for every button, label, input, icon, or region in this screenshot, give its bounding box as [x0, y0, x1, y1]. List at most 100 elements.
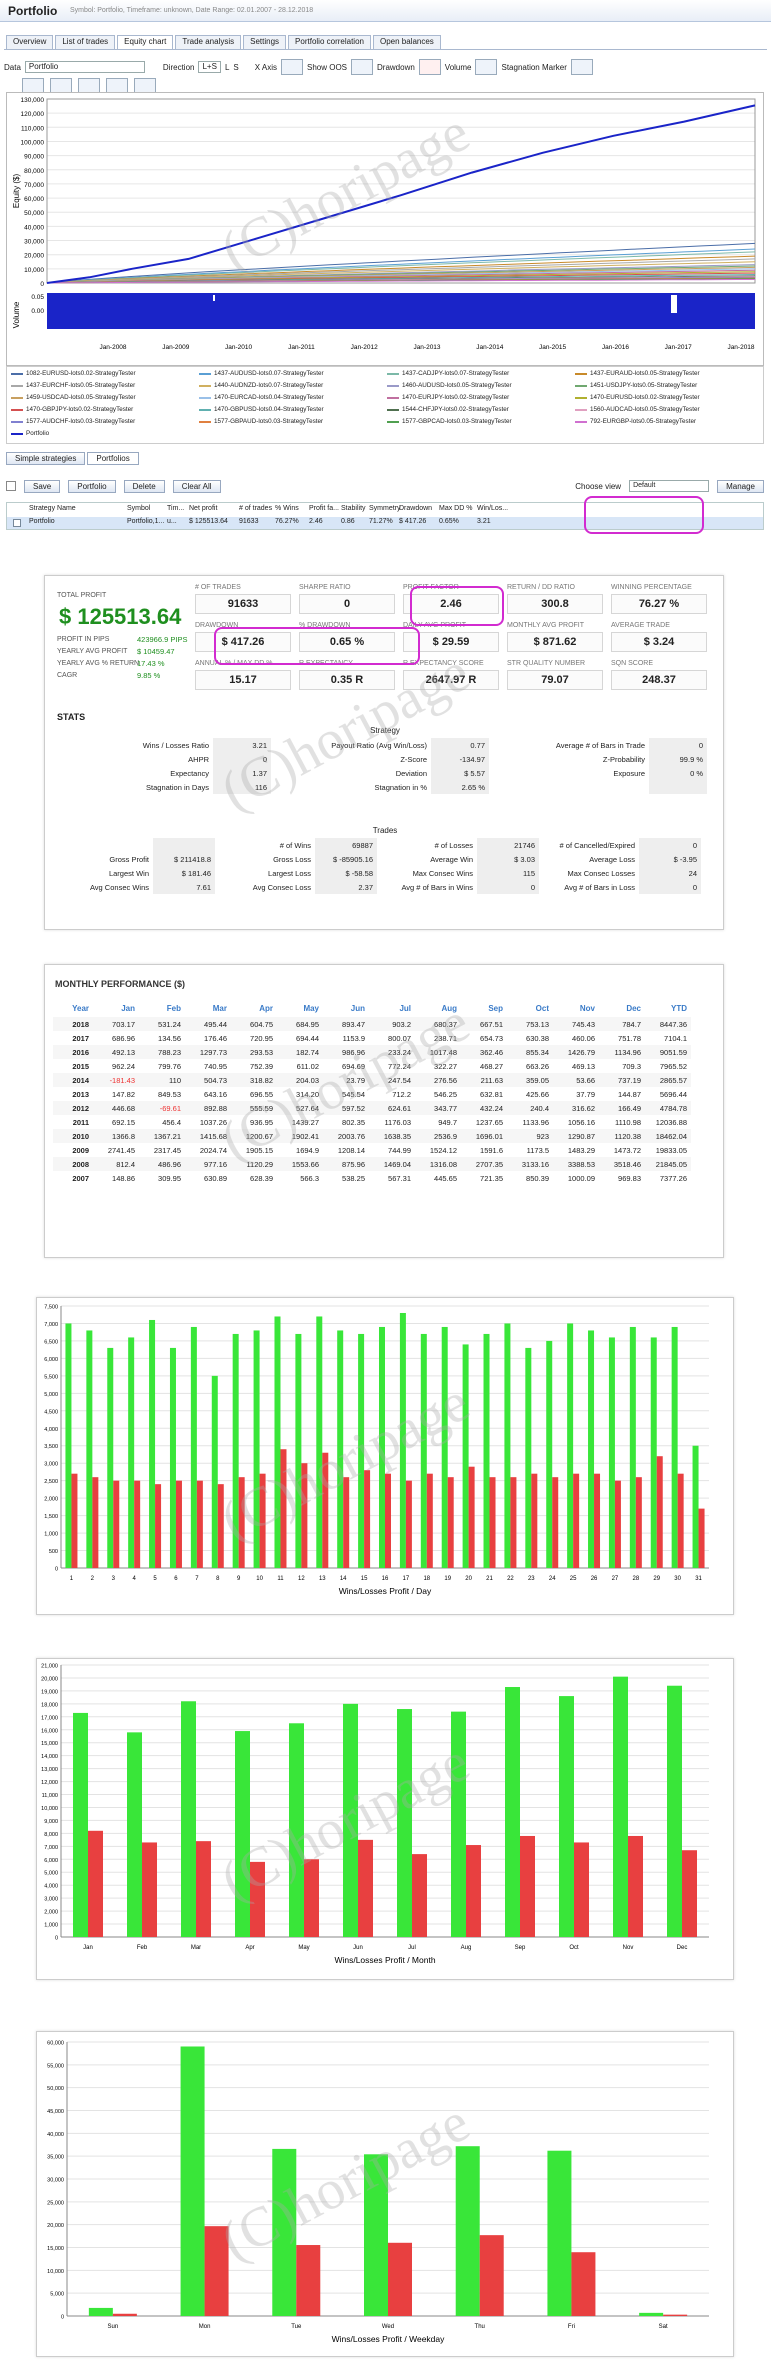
- legend-swatch: [387, 372, 399, 375]
- monthly-cell: 855.34: [526, 1047, 549, 1057]
- grid-header[interactable]: Drawdown: [399, 505, 432, 512]
- table-cell: Avg # of Bars in Loss: [564, 882, 635, 892]
- x-tick-label: Dec: [677, 1945, 688, 1951]
- monthly-header[interactable]: Year: [53, 999, 93, 1017]
- grid-header[interactable]: Max DD %: [439, 505, 472, 512]
- tab-portfolio-correlation[interactable]: Portfolio correlation: [288, 35, 371, 49]
- monthly-cell: 1524.12: [429, 1145, 457, 1155]
- drawdown-toggle-icon[interactable]: [418, 59, 441, 75]
- grid-cell[interactable]: 76.27%: [275, 518, 299, 525]
- tab-equity-chart[interactable]: Equity chart: [117, 35, 174, 49]
- grid-header[interactable]: Strategy Name: [29, 505, 76, 512]
- view-select[interactable]: Default: [629, 480, 710, 492]
- delete-button[interactable]: Delete: [123, 479, 165, 493]
- monthly-cell: -181.43: [109, 1075, 135, 1085]
- monthly-header[interactable]: Feb: [139, 999, 185, 1017]
- y-tick-label: 7,000: [44, 1322, 58, 1328]
- clear-all-button[interactable]: Clear All: [172, 479, 221, 493]
- showoos-toggle-icon[interactable]: [351, 59, 373, 75]
- grid-cell[interactable]: 0.86: [341, 518, 355, 525]
- grid-header[interactable]: Net profit: [189, 505, 217, 512]
- stagnation-toggle-icon[interactable]: [570, 59, 593, 75]
- metric-value: 0.35 R: [299, 670, 395, 690]
- win-bar: [639, 2312, 664, 2316]
- loss-bar: [88, 1830, 103, 1937]
- legend-item: 1544-CHFJPY-lots0.02-StrategyTester: [387, 406, 509, 413]
- monthly-header[interactable]: Aug: [415, 999, 461, 1017]
- monthly-cell: 504.73: [204, 1075, 227, 1085]
- monthly-cell: 1469.04: [383, 1159, 411, 1169]
- y-tick-label: 5,000: [44, 1392, 58, 1398]
- grid-cell[interactable]: $ 125513.64: [189, 518, 228, 525]
- grid-header[interactable]: # of trades: [239, 505, 272, 512]
- grid-header[interactable]: Profit fa...: [309, 505, 339, 512]
- table-cell: Payout Ratio (Avg Win/Loss): [331, 740, 427, 750]
- grid-cell[interactable]: 91633: [239, 518, 258, 525]
- x-tick-label: Jan: [83, 1945, 93, 1951]
- legend-item: Portfolio: [11, 430, 49, 437]
- dir-l-button[interactable]: L: [225, 63, 229, 72]
- y-tick-label: 500: [49, 1549, 58, 1555]
- select-all-checkbox[interactable]: [6, 481, 16, 491]
- monthly-cell: 148.86: [112, 1173, 135, 1183]
- tab-settings[interactable]: Settings: [243, 35, 287, 49]
- side-metric-value: $ 10459.47: [137, 647, 175, 656]
- table-cell: Average Loss: [589, 854, 635, 864]
- grid-cell[interactable]: 0.65%: [439, 518, 459, 525]
- grid-cell[interactable]: 71.27%: [369, 518, 393, 525]
- monthly-row: 2009 2741.45 2317.45 2024.74 1905.15 1694.9 12…: [53, 1143, 691, 1157]
- save-button[interactable]: Save: [24, 479, 61, 493]
- monthly-header[interactable]: Oct: [507, 999, 553, 1017]
- tab-trade-analysis[interactable]: Trade analysis: [175, 35, 242, 49]
- x-tick-label: 2: [91, 1576, 95, 1582]
- grid-header[interactable]: Tim...: [167, 505, 184, 512]
- xaxis-toggle-icon[interactable]: [280, 59, 303, 75]
- grid-header[interactable]: Symmetry: [369, 505, 401, 512]
- tab-list-of-trades[interactable]: List of trades: [55, 35, 116, 49]
- x-tick-label: Oct: [569, 1945, 579, 1951]
- manage-button[interactable]: Manage: [717, 479, 764, 493]
- table-cell: Max Consec Wins: [412, 868, 473, 878]
- grid-cell[interactable]: u...: [167, 518, 177, 525]
- grid-cell[interactable]: $ 417.26: [399, 518, 426, 525]
- loss-bar: [358, 1839, 373, 1937]
- legend-label: 1470-GBPUSD-lots0.04-StrategyTester: [214, 406, 324, 413]
- monthly-header[interactable]: Mar: [185, 999, 231, 1017]
- grid-cell[interactable]: Portfolio,1...: [127, 518, 164, 525]
- grid-cell[interactable]: Portfolio: [29, 518, 55, 525]
- monthly-cell: 7377.26: [659, 1173, 687, 1183]
- stagnation-label: Stagnation Marker: [501, 62, 567, 72]
- monthly-header[interactable]: May: [277, 999, 323, 1017]
- month-chart: 21,000 20,000 19,000 18,000 17,000 16,000 15,0…: [41, 1664, 709, 1965]
- monthly-header[interactable]: Jul: [369, 999, 415, 1017]
- table-row: Expectancy 1.37 Deviation $ 5.57 Exposure 0 %: [53, 766, 707, 780]
- monthly-header[interactable]: Jun: [323, 999, 369, 1017]
- tab-open-balances[interactable]: Open balances: [372, 35, 441, 49]
- grid-header[interactable]: Symbol: [127, 505, 150, 512]
- monthly-cell: 2008: [72, 1159, 89, 1169]
- data-select[interactable]: Portfolio: [24, 61, 145, 73]
- grid-header[interactable]: Stability: [341, 505, 366, 512]
- grid-header[interactable]: % Wins: [275, 505, 299, 512]
- monthly-header[interactable]: Jan: [93, 999, 139, 1017]
- volume-toggle-icon[interactable]: [475, 59, 498, 75]
- monthly-header[interactable]: Sep: [461, 999, 507, 1017]
- monthly-header[interactable]: Apr: [231, 999, 277, 1017]
- grid-cell[interactable]: 3.21: [477, 518, 491, 525]
- monthly-cell: 2865.57: [659, 1075, 687, 1085]
- monthly-header[interactable]: YTD: [645, 999, 691, 1017]
- win-bar: [211, 1375, 218, 1568]
- grid-cell[interactable]: 2.46: [309, 518, 323, 525]
- tab-overview[interactable]: Overview: [6, 35, 54, 49]
- monthly-header[interactable]: Nov: [553, 999, 599, 1017]
- row-checkbox[interactable]: [13, 519, 21, 527]
- dir-ls-button[interactable]: L+S: [198, 61, 221, 73]
- table-cell: Exposure: [613, 768, 645, 778]
- tab-portfolios[interactable]: Portfolios: [87, 452, 139, 465]
- grid-header[interactable]: Win/Los...: [477, 505, 508, 512]
- monthly-header[interactable]: Dec: [599, 999, 645, 1017]
- tab-simple-strategies[interactable]: Simple strategies: [6, 452, 86, 465]
- equity-legend: 1082-EURUSD-lots0.02-StrategyTester 1437-…: [6, 366, 764, 444]
- portfolio-button[interactable]: Portfolio: [68, 479, 116, 493]
- dir-s-button[interactable]: S: [233, 63, 238, 72]
